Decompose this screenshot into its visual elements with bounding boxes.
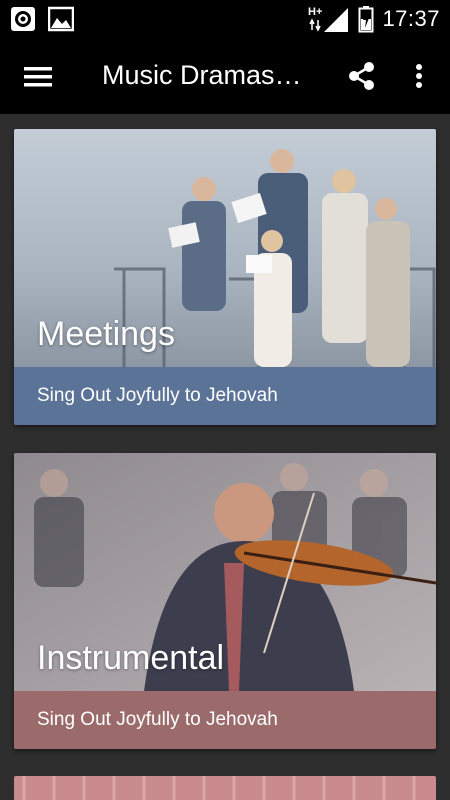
- menu-icon[interactable]: [16, 58, 62, 94]
- signal-icon: H+: [308, 6, 349, 32]
- card-partial-image: [14, 776, 436, 800]
- card-footer: Sing Out Joyfully to Jehovah: [14, 367, 436, 425]
- card-title: Meetings: [37, 315, 175, 353]
- clock: 17:37: [382, 6, 440, 31]
- card-partial[interactable]: [14, 776, 436, 800]
- share-icon[interactable]: [342, 56, 382, 96]
- card-list: Meetings Sing Out Joyfully to Jehovah In…: [0, 114, 450, 800]
- card-title: Instrumental: [37, 639, 225, 677]
- image-icon: [48, 6, 74, 32]
- card-footer: Sing Out Joyfully to Jehovah: [14, 691, 436, 749]
- card-instrumental[interactable]: Instrumental Sing Out Joyfully to Jehova…: [14, 453, 436, 749]
- page-title: Music Dramas…: [102, 60, 302, 90]
- card-meetings[interactable]: Meetings Sing Out Joyfully to Jehovah: [14, 129, 436, 425]
- svg-text:H+: H+: [308, 6, 322, 18]
- card-subtitle: Sing Out Joyfully to Jehovah: [37, 385, 278, 406]
- record-icon: [11, 7, 35, 31]
- status-bar: H+ 17:37: [0, 0, 450, 38]
- more-vert-icon[interactable]: [404, 56, 434, 96]
- app-toolbar: Music Dramas…: [0, 38, 450, 114]
- battery-charging-icon: [358, 6, 374, 33]
- card-subtitle: Sing Out Joyfully to Jehovah: [37, 709, 278, 730]
